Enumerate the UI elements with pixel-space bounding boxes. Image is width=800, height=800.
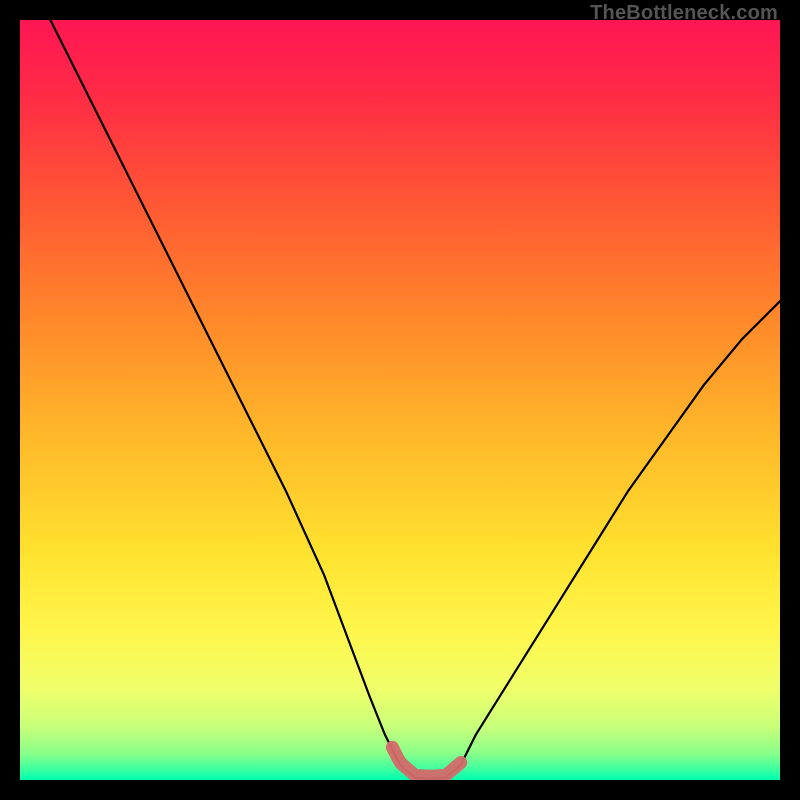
optimal-zone-marker [392, 747, 460, 776]
plot-area [20, 20, 780, 780]
curve-layer [20, 20, 780, 780]
outer-frame: TheBottleneck.com [0, 0, 800, 800]
watermark-text: TheBottleneck.com [590, 2, 778, 25]
bottleneck-curve [50, 20, 780, 778]
